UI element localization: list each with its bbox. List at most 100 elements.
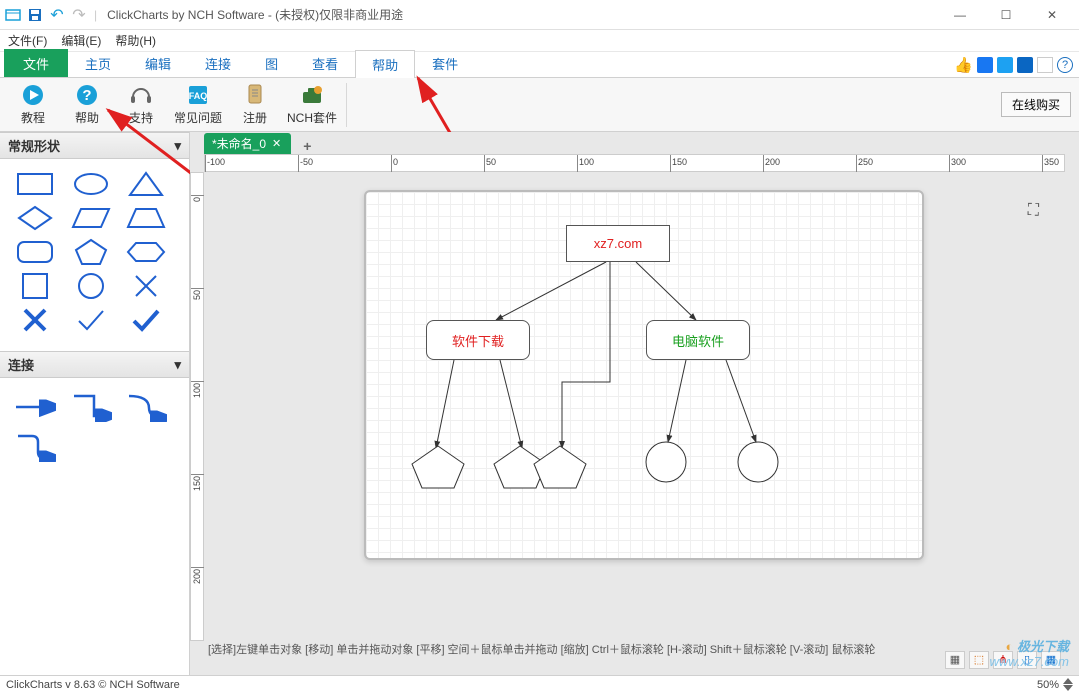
shape-rounded-rect[interactable] bbox=[14, 237, 56, 267]
shapes-header[interactable]: 常规形状▾ bbox=[0, 132, 189, 159]
canvas[interactable]: ⛶ xz7.com 软件下载 电脑软件 bbox=[204, 172, 1065, 641]
main: 常规形状▾ 连接▾ *未命名_0✕ + bbox=[0, 132, 1079, 675]
shape-square[interactable] bbox=[14, 271, 56, 301]
ribbon: 教程 ? 帮助 支持 FAQ 常见问题 注册 NCH套件 在线购买 bbox=[0, 78, 1079, 132]
svg-text:?: ? bbox=[82, 87, 91, 104]
node-pentagon-3[interactable] bbox=[530, 444, 590, 492]
shape-diamond[interactable] bbox=[14, 203, 56, 233]
tab-help[interactable]: 帮助 bbox=[355, 50, 415, 78]
node-right[interactable]: 电脑软件 bbox=[646, 320, 750, 360]
document-tabstrip: *未命名_0✕ + bbox=[190, 132, 1079, 154]
ribbon-tabs: 文件 主页 编辑 连接 图 查看 帮助 套件 👍 ? bbox=[0, 52, 1079, 78]
hints-bar: [选择]左键单击对象 [移动] 单击并拖动对象 [平移] 空间＋鼠标单击并拖动 … bbox=[204, 641, 1065, 675]
zoom-control[interactable]: 50% bbox=[1037, 678, 1073, 691]
tool-3[interactable]: ⋔ bbox=[993, 651, 1013, 669]
twitter-icon[interactable] bbox=[997, 57, 1013, 73]
node-root[interactable]: xz7.com bbox=[566, 225, 670, 262]
redo-icon[interactable]: ↷ bbox=[70, 6, 88, 24]
connector-straight[interactable] bbox=[14, 392, 56, 422]
shape-x-thick[interactable] bbox=[14, 305, 56, 335]
canvas-area: *未命名_0✕ + -100-50050100150200250300350 0… bbox=[190, 132, 1079, 675]
horizontal-ruler: -100-50050100150200250300350 bbox=[204, 154, 1065, 172]
shape-triangle[interactable] bbox=[125, 169, 167, 199]
shape-ellipse[interactable] bbox=[70, 169, 112, 199]
shape-circle[interactable] bbox=[70, 271, 112, 301]
connector-elbow[interactable] bbox=[70, 392, 112, 422]
register-button[interactable]: 注册 bbox=[228, 81, 282, 129]
version-text: ClickCharts v 8.63 © NCH Software bbox=[6, 679, 180, 691]
add-tab-button[interactable]: + bbox=[297, 138, 317, 154]
sidebar: 常规形状▾ 连接▾ bbox=[0, 132, 190, 675]
shape-pentagon[interactable] bbox=[70, 237, 112, 267]
fullscreen-icon[interactable]: ⛶ bbox=[1028, 202, 1039, 220]
shapes-grid bbox=[0, 159, 189, 351]
tool-4[interactable]: ▯ bbox=[1017, 651, 1037, 669]
shape-trapezoid[interactable] bbox=[125, 203, 167, 233]
zoom-down-icon[interactable] bbox=[1063, 685, 1073, 691]
svg-text:FAQ: FAQ bbox=[189, 91, 208, 101]
chevron-down-icon: ▾ bbox=[174, 138, 181, 154]
node-circle-2[interactable] bbox=[736, 440, 780, 484]
shape-x[interactable] bbox=[125, 271, 167, 301]
statusbar: ClickCharts v 8.63 © NCH Software 50% bbox=[0, 675, 1079, 693]
tab-view[interactable]: 查看 bbox=[295, 49, 355, 77]
shape-rectangle[interactable] bbox=[14, 169, 56, 199]
menu-edit[interactable]: 编辑(E) bbox=[61, 32, 101, 49]
document-tab[interactable]: *未命名_0✕ bbox=[204, 133, 291, 154]
save-icon[interactable] bbox=[26, 6, 44, 24]
help-icon[interactable]: ? bbox=[1057, 57, 1073, 73]
minimize-button[interactable]: — bbox=[937, 0, 983, 30]
connector-curve[interactable] bbox=[125, 392, 167, 422]
tab-edit[interactable]: 编辑 bbox=[128, 49, 188, 77]
page[interactable]: xz7.com 软件下载 电脑软件 bbox=[364, 190, 924, 560]
tool-5[interactable]: ▦ bbox=[1041, 651, 1061, 669]
node-pentagon-1[interactable] bbox=[408, 444, 468, 492]
tool-2[interactable]: ⬚ bbox=[969, 651, 989, 669]
tool-1[interactable]: ▦ bbox=[945, 651, 965, 669]
node-circle-1[interactable] bbox=[644, 440, 688, 484]
zoom-up-icon[interactable] bbox=[1063, 678, 1073, 684]
titlebar: ↶ ↷ | ClickCharts by NCH Software - (未授权… bbox=[0, 0, 1079, 30]
undo-icon[interactable]: ↶ bbox=[48, 6, 66, 24]
buy-online-button[interactable]: 在线购买 bbox=[1001, 92, 1071, 117]
faq-button[interactable]: FAQ 常见问题 bbox=[168, 81, 228, 129]
nch-label: NCH套件 bbox=[287, 109, 337, 126]
support-label: 支持 bbox=[129, 109, 153, 126]
help-button[interactable]: ? 帮助 bbox=[60, 81, 114, 129]
connect-header[interactable]: 连接▾ bbox=[0, 351, 189, 378]
window-title: ClickCharts by NCH Software - (未授权)仅限非商业… bbox=[107, 6, 403, 23]
zoom-value: 50% bbox=[1037, 679, 1059, 691]
tutorial-button[interactable]: 教程 bbox=[6, 81, 60, 129]
vertical-ruler: 050100150200 bbox=[190, 172, 204, 641]
tab-file[interactable]: 文件 bbox=[4, 49, 68, 77]
maximize-button[interactable]: ☐ bbox=[983, 0, 1029, 30]
thumbsup-icon[interactable]: 👍 bbox=[954, 56, 973, 74]
tutorial-label: 教程 bbox=[21, 109, 45, 126]
facebook-icon[interactable] bbox=[977, 57, 993, 73]
register-label: 注册 bbox=[243, 109, 267, 126]
shape-check-thick[interactable] bbox=[125, 305, 167, 335]
chevron-down-icon: ▾ bbox=[174, 357, 181, 373]
shape-parallelogram[interactable] bbox=[70, 203, 112, 233]
tab-suite[interactable]: 套件 bbox=[415, 49, 475, 77]
menu-help[interactable]: 帮助(H) bbox=[115, 32, 156, 49]
support-button[interactable]: 支持 bbox=[114, 81, 168, 129]
close-button[interactable]: ✕ bbox=[1029, 0, 1075, 30]
connector-rounded-elbow[interactable] bbox=[14, 432, 56, 462]
node-left[interactable]: 软件下载 bbox=[426, 320, 530, 360]
hints-text: [选择]左键单击对象 [移动] 单击并拖动对象 [平移] 空间＋鼠标单击并拖动 … bbox=[208, 644, 875, 656]
faq-label: 常见问题 bbox=[174, 109, 222, 126]
shape-check[interactable] bbox=[70, 305, 112, 335]
app-icon bbox=[4, 6, 22, 24]
linkedin-icon[interactable] bbox=[1017, 57, 1033, 73]
help-label: 帮助 bbox=[75, 109, 99, 126]
shape-hexagon[interactable] bbox=[125, 237, 167, 267]
tab-close-icon[interactable]: ✕ bbox=[272, 137, 281, 150]
tab-home[interactable]: 主页 bbox=[68, 49, 128, 77]
tab-connect[interactable]: 连接 bbox=[188, 49, 248, 77]
menu-file[interactable]: 文件(F) bbox=[8, 32, 47, 49]
connectors-grid bbox=[0, 378, 189, 476]
dropdown-icon[interactable] bbox=[1037, 57, 1053, 73]
nch-suite-button[interactable]: NCH套件 bbox=[282, 81, 342, 129]
tab-diagram[interactable]: 图 bbox=[248, 49, 295, 77]
